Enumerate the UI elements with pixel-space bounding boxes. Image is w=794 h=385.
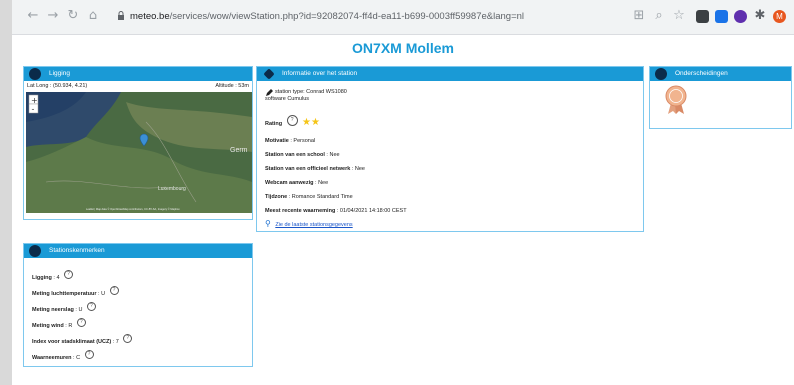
extension-grid-icon[interactable] bbox=[715, 10, 728, 23]
map-label-germ: Germ bbox=[230, 147, 248, 154]
award-person-icon bbox=[655, 68, 667, 80]
station-icon bbox=[29, 245, 41, 257]
help-icon[interactable]: ? bbox=[109, 286, 119, 296]
magnifier-icon: ⚲ bbox=[265, 219, 271, 228]
help-icon[interactable]: ? bbox=[76, 318, 86, 328]
rating-row: Rating ? ★★ bbox=[265, 112, 320, 130]
onderscheidingen-panel: Onderscheidingen bbox=[649, 66, 792, 129]
search-icon[interactable]: ⌕ bbox=[652, 9, 666, 23]
altitude-text: Altitude : 53m bbox=[215, 83, 249, 89]
latest-data-link-row[interactable]: ⚲ Zie de laatste stationsgegevens bbox=[265, 213, 353, 231]
help-icon[interactable]: ? bbox=[63, 270, 73, 280]
onderscheidingen-title: Onderscheidingen bbox=[675, 70, 728, 77]
station-type-text: station type: Conrad WS1080 bbox=[275, 89, 347, 95]
kenmerken-title: Stationskenmerken bbox=[49, 247, 105, 254]
ligging-header: Ligging bbox=[24, 67, 252, 81]
lock-icon bbox=[118, 11, 124, 20]
map-credit: Leaflet | Map data © OpenStreetMap contr… bbox=[86, 207, 180, 211]
svg-text:-: - bbox=[32, 105, 35, 114]
ligging-panel: Ligging Lat Long : (50.934, 4.21) Altitu… bbox=[23, 66, 253, 220]
translate-icon[interactable]: ⊞ bbox=[632, 9, 646, 23]
map-label-luxembourg: Luxembourg bbox=[158, 186, 186, 192]
help-icon[interactable]: ? bbox=[286, 115, 298, 127]
reload-icon[interactable]: ↻ bbox=[66, 9, 80, 23]
rating-label: Rating bbox=[265, 121, 283, 127]
info-title: Informatie over het station bbox=[282, 70, 358, 77]
puzzle-icon[interactable]: ✱ bbox=[753, 9, 767, 23]
browser-toolbar: ← → ↻ ⌂ meteo.be/services/wow/viewStatio… bbox=[12, 0, 794, 35]
help-icon[interactable]: ? bbox=[84, 350, 94, 360]
rating-stars-icon: ★★ bbox=[302, 117, 320, 128]
software-text: software Cumulus bbox=[265, 96, 310, 102]
info-header: Informatie over het station bbox=[257, 67, 643, 81]
latest-data-link[interactable]: Zie de laatste stationsgegevens bbox=[275, 222, 352, 228]
ligging-title: Ligging bbox=[49, 70, 70, 77]
tag-icon bbox=[263, 68, 275, 80]
profile-avatar[interactable]: M bbox=[773, 10, 786, 23]
forward-icon[interactable]: → bbox=[46, 9, 60, 23]
browser-window: ← → ↻ ⌂ meteo.be/services/wow/viewStatio… bbox=[12, 0, 794, 385]
help-icon[interactable]: ? bbox=[86, 302, 96, 312]
page-title: ON7XM Mollem bbox=[352, 40, 454, 56]
latlong-text: Lat Long : (50.934, 4.21) bbox=[27, 83, 88, 89]
extension-circle-icon[interactable] bbox=[734, 10, 747, 23]
onderscheidingen-header: Onderscheidingen bbox=[650, 67, 791, 81]
kenmerk-row: Waarneemuren : C ? bbox=[32, 346, 94, 364]
back-icon[interactable]: ← bbox=[26, 9, 40, 23]
bookmark-star-icon[interactable]: ☆ bbox=[672, 9, 686, 23]
info-panel: Informatie over het station station type… bbox=[256, 66, 644, 232]
extension-icon[interactable] bbox=[696, 10, 709, 23]
station-map[interactable]: + - Germ Luxembourg Leaflet | Map data ©… bbox=[26, 92, 252, 213]
medal-icon bbox=[665, 85, 687, 114]
kenmerken-header: Stationskenmerken bbox=[24, 244, 252, 258]
globe-icon bbox=[29, 68, 41, 80]
home-icon[interactable]: ⌂ bbox=[86, 9, 100, 23]
map-terrain: + - Germ Luxembourg Leaflet | Map data ©… bbox=[26, 92, 252, 213]
address-bar[interactable]: meteo.be/services/wow/viewStation.php?id… bbox=[130, 11, 524, 22]
help-icon[interactable]: ? bbox=[123, 334, 133, 344]
kenmerken-panel: Stationskenmerken Ligging : 4 ? Meting l… bbox=[23, 243, 253, 367]
